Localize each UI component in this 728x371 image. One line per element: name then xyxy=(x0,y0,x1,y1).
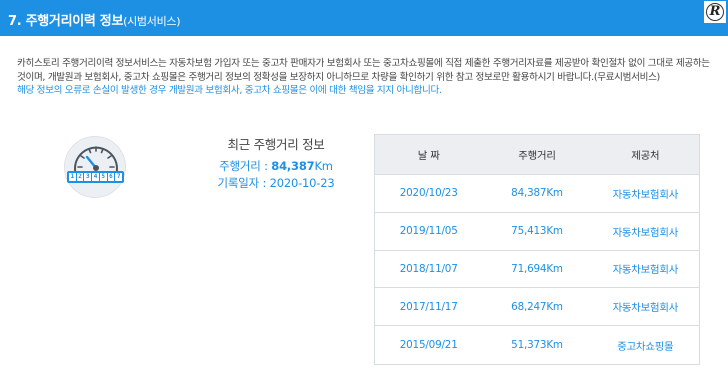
header-mileage: 주행거리 xyxy=(518,150,556,162)
brand-logo-mark: R xyxy=(706,3,724,21)
cell-provider: 중고차쇼핑몰 xyxy=(617,340,674,353)
section-title: 7. 주행거리이력 정보(시범서비스) xyxy=(8,10,181,29)
cell-date: 2019/11/05 xyxy=(399,225,458,238)
table-row: 2019/11/05 75,413Km 자동차보험회사 xyxy=(375,213,699,251)
date-label: 기록일자 : xyxy=(217,176,270,190)
gauge-dial-icon xyxy=(74,146,118,176)
table-header-row: 날 짜 주행거리 제공처 xyxy=(375,135,699,175)
odometer-digit: 2 xyxy=(76,173,84,181)
section-subtitle: (시범서비스) xyxy=(123,15,181,28)
odometer-digit: 1 xyxy=(68,173,76,181)
service-description: 카히스토리 주행거리이력 정보서비스는 자동차보험 가입자 또는 중고차 판매자… xyxy=(17,57,717,98)
odometer-digit: 5 xyxy=(99,173,107,181)
cell-date: 2017/11/17 xyxy=(399,300,458,313)
odometer-digits: 1 2 3 4 5 6 7 xyxy=(67,171,124,183)
section-header: 7. 주행거리이력 정보(시범서비스) R xyxy=(0,0,728,36)
cell-mileage: 68,247Km xyxy=(511,300,563,313)
odometer-digit: 4 xyxy=(92,173,99,181)
cell-date: 2018/11/07 xyxy=(399,262,458,275)
cell-provider: 자동차보험회사 xyxy=(612,264,679,277)
mileage-history-table: 날 짜 주행거리 제공처 2020/10/23 84,387Km 자동차보험회사… xyxy=(374,134,700,365)
section-title-text: 7. 주행거리이력 정보 xyxy=(8,14,124,29)
mileage-unit: Km xyxy=(314,159,333,173)
liability-warning: 해당 정보의 오류로 손실이 발생한 경우 개발원과 보험회사, 중고차 쇼핑몰… xyxy=(17,85,442,96)
odometer-digit: 7 xyxy=(115,173,123,181)
table-row: 2017/11/17 68,247Km 자동차보험회사 xyxy=(375,288,699,327)
cell-provider: 자동차보험회사 xyxy=(612,226,679,239)
odometer-digit: 3 xyxy=(84,173,92,181)
cell-date: 2020/10/23 xyxy=(399,187,458,200)
cell-mileage: 84,387Km xyxy=(511,187,563,200)
cell-mileage: 75,413Km xyxy=(511,225,563,238)
odometer-digit: 6 xyxy=(107,173,115,181)
table-row: 2015/09/21 51,373Km 중고차쇼핑몰 xyxy=(375,326,699,364)
date-value: 2020-10-23 xyxy=(269,176,335,190)
recent-mileage-line: 주행거리 : 84,387Km xyxy=(206,158,346,175)
table-row: 2018/11/07 71,694Km 자동차보험회사 xyxy=(375,251,699,289)
header-provider: 제공처 xyxy=(631,150,660,162)
mileage-value: 84,387 xyxy=(271,159,315,173)
cell-provider: 자동차보험회사 xyxy=(612,188,679,201)
recent-date-line: 기록일자 : 2020-10-23 xyxy=(206,175,346,192)
odometer-gauge-icon xyxy=(64,136,126,198)
header-date: 날 짜 xyxy=(417,150,440,162)
cell-mileage: 71,694Km xyxy=(511,262,563,275)
table-row: 2020/10/23 84,387Km 자동차보험회사 xyxy=(375,175,699,213)
brand-logo: R xyxy=(704,1,726,23)
recent-mileage-info: 최근 주행거리 정보 주행거리 : 84,387Km 기록일자 : 2020-1… xyxy=(206,134,346,192)
description-line-1: 카히스토리 주행거리이력 정보서비스는 자동차보험 가입자 또는 중고차 판매자… xyxy=(17,58,710,69)
cell-mileage: 51,373Km xyxy=(511,339,563,352)
recent-mileage-title: 최근 주행거리 정보 xyxy=(227,137,325,152)
cell-date: 2015/09/21 xyxy=(399,339,458,352)
mileage-label: 주행거리 : xyxy=(219,159,272,173)
cell-provider: 자동차보험회사 xyxy=(612,302,679,315)
description-line-2: 것이며, 개발원과 보험회사, 중고차 쇼핑몰은 주행거리 정보의 정확성을 보… xyxy=(17,71,660,83)
